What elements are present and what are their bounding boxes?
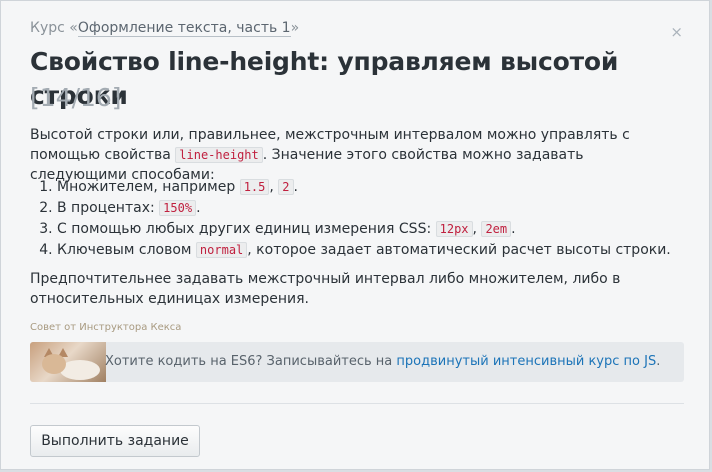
list-item: Ключевым словом normal, которое задает а… [57, 240, 671, 261]
do-task-button[interactable]: Выполнить задание [30, 425, 200, 457]
code-value: 12px [435, 221, 473, 237]
code-value: 2em [481, 221, 512, 237]
page-title: Свойство line-height: управляем высотой … [30, 47, 619, 110]
step-counter: [14/16] [30, 83, 122, 112]
tip-text-body: Хотите кодить на ES6? Записывайтесь на [105, 354, 397, 369]
close-icon[interactable]: × [670, 25, 683, 40]
tip-label: Совет от Инструктора Кекса [30, 322, 182, 333]
cat-head [42, 354, 66, 374]
divider [30, 403, 684, 404]
list-item-end: . [511, 221, 516, 237]
code-value: 2 [278, 179, 294, 195]
conclusion-paragraph: Предпочтительнее задавать межстрочный ин… [30, 271, 621, 307]
tip-box: Хотите кодить на ES6? Записывайтесь на п… [30, 342, 684, 382]
code-value: 1.5 [239, 179, 270, 195]
breadcrumb-prefix: Курс « [30, 20, 78, 36]
list-item-text: Множителем, например [57, 179, 240, 195]
list-item-sep: , [269, 179, 279, 195]
intro-paragraph: Высотой строки или, правильнее, межстроч… [30, 125, 680, 185]
tip-text: Хотите кодить на ES6? Записывайтесь на п… [105, 354, 660, 369]
methods-list: Множителем, например 1.5, 2. В процентах… [30, 177, 671, 261]
code-value: 150% [159, 200, 197, 216]
list-item: В процентах: 150%. [57, 198, 671, 219]
breadcrumb-suffix: » [290, 20, 300, 36]
list-item: С помощью любых других единиц измерения … [57, 219, 671, 240]
task-modal: × Курс «Оформление текста, часть 1» Свой… [0, 0, 710, 470]
cat-body [60, 360, 100, 380]
list-item-text: Ключевым словом [57, 242, 196, 258]
list-item-end: , которое задает автоматический расчет в… [247, 242, 671, 258]
list-item: Множителем, например 1.5, 2. [57, 177, 671, 198]
cat-avatar [30, 342, 106, 382]
list-item-text: С помощью любых других единиц измерения … [57, 221, 436, 237]
list-item-end: . [196, 200, 201, 216]
code-line-height: line-height [175, 147, 263, 163]
tip-text-end: . [656, 354, 661, 369]
course-link[interactable]: Оформление текста, часть 1 [77, 20, 291, 37]
breadcrumb: Курс «Оформление текста, часть 1» [30, 20, 300, 37]
code-value: normal [195, 242, 248, 258]
list-item-text: В процентах: [57, 200, 160, 216]
list-item-end: . [293, 179, 298, 195]
js-course-link[interactable]: продвинутый интенсивный курс по JS [396, 354, 656, 369]
